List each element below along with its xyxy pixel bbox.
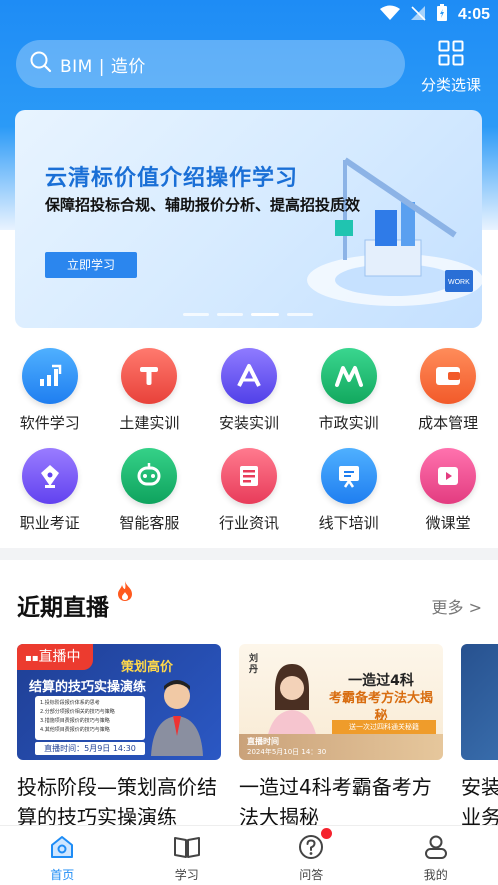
robot-icon [121,448,178,504]
banner-title: 云清标价值介绍操作学习 [45,166,299,191]
live-section-header: 近期直播 更多 > [0,574,498,634]
category-civil[interactable]: 土建实训 [100,340,200,440]
category-label: 市政实训 [318,414,379,432]
speaker-photo [147,676,207,760]
letter-t-icon [121,348,178,404]
tab-label: 学习 [174,868,199,882]
more-link[interactable]: 更多 > [432,594,483,618]
search-row: BIM | 造价 分类选课 [0,38,498,94]
category-label: 智能客服 [119,514,180,532]
category-offline[interactable]: 线下培训 [299,440,399,540]
news-icon [220,448,277,504]
category-label: 成本管理 [418,414,479,432]
category-install[interactable]: 安装实训 [199,340,299,440]
tab-profile[interactable]: 我的 [374,826,498,885]
course-thumbnail: 刘丹 一造过4科 考霸备考方法大揭秘 送一次过四科通关秘籍 直播时间 2024年… [239,644,443,760]
thumbnail-title: 一造过4科 考霸备考方法大揭秘 [328,673,433,724]
category-news[interactable]: 行业资讯 [199,440,299,540]
thumbnail-outline: 1.投标阶段报价体系的思考 2.分部分项报价相关的技巧与策略 3.措施项目费报价… [35,696,145,740]
promo-banner[interactable]: WORK 云清标价值介绍操作学习 保障招投标合规、辅助报价分析、提高招投质效 立… [15,110,482,328]
construction-illustration: WORK [305,140,482,324]
search-placeholder: BIM | 造价 [60,56,146,77]
category-software[interactable]: 软件学习 [0,340,100,440]
book-icon [173,837,201,864]
tab-qa[interactable]: 问答 [249,826,374,885]
banner-art-label: WORK [448,279,470,286]
tab-home[interactable]: 首页 [0,826,125,885]
tab-label: 我的 [423,868,448,882]
course-title: 安装业务 [461,775,498,829]
section-divider [0,548,498,560]
question-icon [298,835,324,864]
thumbnail-subtitle: 送一次过四科通关秘籍 [332,720,436,734]
category-label: 微课堂 [425,514,471,532]
course-title: 投标阶段—策划高价结算的技巧实操演练 [17,775,217,829]
category-label: 安装实训 [218,414,279,432]
clock: 4:05 [457,6,490,23]
category-grid: 软件学习 土建实训 安装实训 市政实训 成本管理 职业考证 智能客服 行业资讯 … [0,340,498,540]
thumbnail-time: 直播时间：5月9日 14:30 [35,742,145,755]
search-icon [30,51,52,77]
tab-label: 问答 [299,868,324,882]
category-microclass[interactable]: 微课堂 [398,440,498,540]
battery-icon [436,4,448,26]
chart-up-icon [21,348,78,404]
category-label: 软件学习 [19,414,80,432]
carousel-dot [287,313,313,316]
letter-m-icon [320,348,377,404]
pen-nib-icon [21,448,78,504]
course-title: 一造过4科考霸备考方法大揭秘 [239,775,432,829]
grid-icon [438,40,464,70]
course-card[interactable]: 安装业务 [461,644,498,832]
thumbnail-time: 2024年5月10日 14：30 [247,748,327,756]
course-card[interactable]: 刘丹 一造过4科 考霸备考方法大揭秘 送一次过四科通关秘籍 直播时间 2024年… [239,644,443,832]
category-label: 土建实训 [119,414,180,432]
carousel-indicator [183,313,313,316]
category-cost[interactable]: 成本管理 [398,340,498,440]
presentation-icon [320,448,377,504]
status-bar: 4:05 [0,0,498,30]
banner-subtitle: 保障招投标合规、辅助报价分析、提高招投质效 [45,196,361,214]
notification-dot [321,828,332,839]
course-card[interactable]: 策划高价 结算的技巧实操演练 1.投标阶段报价体系的思考 2.分部分项报价相关的… [17,644,221,832]
carousel-dot-active [251,313,279,316]
bottom-tab-bar: 首页 学习 问答 我的 [0,825,498,885]
thumbnail-time-label: 直播时间 [247,737,279,746]
category-label: 线下培训 [318,514,379,532]
category-button[interactable]: 分类选课 [415,38,487,94]
signal-icon [410,5,426,25]
home-icon [49,836,75,864]
live-badge: ▪▪直播中 [17,644,93,670]
category-municipal[interactable]: 市政实训 [299,340,399,440]
user-icon [423,835,449,864]
category-support[interactable]: 智能客服 [100,440,200,540]
carousel-dot [183,313,209,316]
course-thumbnail [461,644,498,760]
carousel-dot [217,313,243,316]
learn-now-button[interactable]: 立即学习 [45,252,137,278]
category-certification[interactable]: 职业考证 [0,440,100,540]
live-section-title: 近期直播 [17,595,109,621]
category-label: 职业考证 [19,514,80,532]
category-label: 分类选课 [420,76,481,94]
live-wave-icon: ▪▪ [25,653,39,664]
wifi-icon [379,5,400,25]
thumbnail-speaker-name: 刘丹 [249,654,259,675]
wallet-icon [420,348,477,404]
fire-icon [116,580,134,606]
course-thumbnail: 策划高价 结算的技巧实操演练 1.投标阶段报价体系的思考 2.分部分项报价相关的… [17,644,221,760]
letter-a-icon [220,348,277,404]
tab-label: 首页 [50,868,75,882]
search-input[interactable]: BIM | 造价 [16,40,405,88]
tab-study[interactable]: 学习 [125,826,250,885]
play-icon [420,448,477,504]
category-label: 行业资讯 [218,514,279,532]
